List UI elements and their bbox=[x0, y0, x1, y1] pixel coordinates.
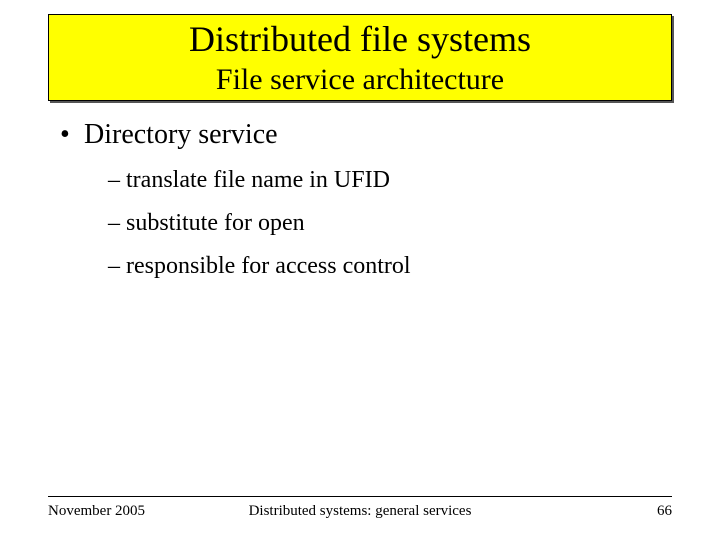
slide-title: Distributed file systems bbox=[49, 19, 671, 60]
dash-icon: – bbox=[108, 253, 126, 280]
dash-icon: – bbox=[108, 167, 126, 194]
subbullet-text: substitute for open bbox=[126, 210, 305, 236]
bullet-dot-icon: • bbox=[60, 119, 84, 151]
subbullet-text: responsible for access control bbox=[126, 253, 411, 279]
dash-icon: – bbox=[108, 210, 126, 237]
bullet-text: Directory service bbox=[84, 119, 278, 150]
slide-footer: November 2005 Distributed systems: gener… bbox=[48, 496, 672, 520]
footer-date: November 2005 bbox=[48, 503, 145, 520]
subbullet-list: –translate file name in UFID –substitute… bbox=[108, 167, 660, 280]
bullet-level2: –translate file name in UFID bbox=[108, 167, 660, 194]
bullet-level2: –responsible for access control bbox=[108, 253, 660, 280]
title-block: Distributed file systems File service ar… bbox=[48, 14, 672, 101]
bullet-level2: –substitute for open bbox=[108, 210, 660, 237]
slide-subtitle: File service architecture bbox=[49, 62, 671, 98]
slide-body: •Directory service –translate file name … bbox=[60, 119, 660, 280]
bullet-level1: •Directory service bbox=[60, 119, 660, 151]
subbullet-text: translate file name in UFID bbox=[126, 167, 390, 193]
footer-page-number: 66 bbox=[657, 503, 672, 520]
